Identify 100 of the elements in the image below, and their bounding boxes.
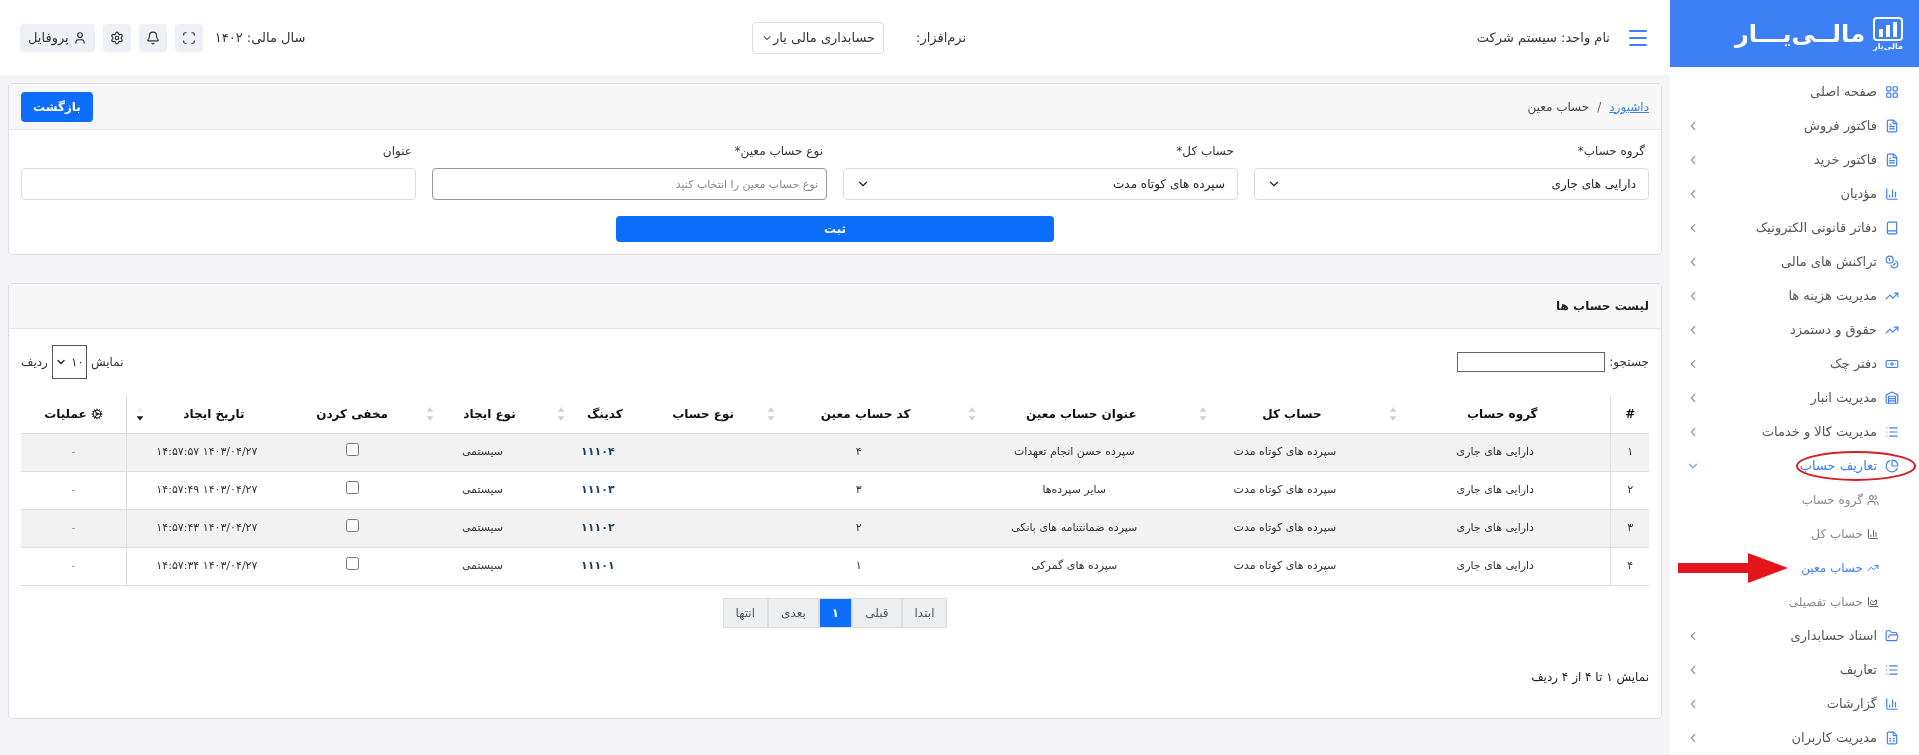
- sidebar-item[interactable]: مدیریت کاربران: [1670, 721, 1919, 755]
- table-cell: سپرده های کوتاه مدت: [1233, 444, 1337, 458]
- sidebar-item[interactable]: اسناد حسابداری: [1670, 619, 1919, 653]
- sidebar-item[interactable]: تعاریف: [1670, 653, 1919, 687]
- hide-checkbox[interactable]: [345, 556, 359, 570]
- banknote-icon: [1885, 357, 1899, 371]
- warehouse-icon: [1885, 391, 1899, 405]
- pagination-button[interactable]: انتها: [722, 597, 769, 628]
- pagination-button[interactable]: قبلی: [852, 597, 902, 628]
- line-chart-icon: [1867, 562, 1879, 574]
- bar-chart-icon: [1867, 528, 1879, 540]
- table-cell: سپرده های گمرکی: [1031, 558, 1118, 572]
- sidebar-item[interactable]: مدیریت انبار: [1670, 381, 1919, 415]
- document-icon: [1885, 119, 1899, 133]
- column-header: عملیات: [44, 405, 87, 423]
- logo-icon: [1873, 16, 1903, 41]
- sidebar-item[interactable]: فاکتور فروش: [1670, 109, 1919, 143]
- table-cell: سپرده های کوتاه مدت: [1233, 520, 1337, 534]
- pagination-button[interactable]: ابتدا: [901, 597, 948, 628]
- bar-chart-icon: [1885, 187, 1899, 201]
- breadcrumb-separator: /: [1597, 98, 1602, 116]
- pie-chart-icon: [1885, 459, 1899, 473]
- software-select[interactable]: حسابداری مالی یار: [752, 21, 885, 54]
- table-cell: -: [71, 558, 76, 572]
- profile-button[interactable]: پروفایل: [20, 23, 95, 52]
- column-header: حساب کل: [1262, 405, 1322, 423]
- pagination-button[interactable]: بعدی: [768, 597, 819, 628]
- bar-chart-icon: [1885, 697, 1899, 711]
- input-field[interactable]: نوع حساب معین را انتخاب کنید: [432, 168, 827, 200]
- fiscal-year: سال مالی: ۱۴۰۲: [214, 28, 306, 47]
- table-cell: ۴: [1627, 558, 1634, 572]
- table-cell: -: [71, 444, 76, 458]
- grid-icon: [1885, 85, 1899, 99]
- submenu-item[interactable]: حساب معین: [1670, 551, 1919, 585]
- table-cell: دارایی های جاری: [1456, 482, 1534, 496]
- search-label: جستجو:: [1609, 354, 1649, 371]
- pagination-button[interactable]: ۱: [818, 597, 853, 628]
- sidebar-item[interactable]: صفحه اصلی: [1670, 75, 1919, 109]
- table-cell: ۲: [855, 520, 862, 534]
- field-label: عنوان: [381, 143, 413, 160]
- column-header: نوع حساب: [672, 405, 735, 423]
- sidebar-item[interactable]: تراکنش های مالی: [1670, 245, 1919, 279]
- column-header: #: [1625, 405, 1636, 423]
- sidebar-item[interactable]: حقوق و دستمزد: [1670, 313, 1919, 347]
- submenu-item[interactable]: حساب تفصیلی: [1670, 585, 1919, 619]
- sidebar-item[interactable]: مؤدیان: [1670, 177, 1919, 211]
- table-cell: ۳: [855, 482, 862, 496]
- submenu-item[interactable]: حساب کل: [1670, 517, 1919, 551]
- users-icon: [1867, 494, 1879, 506]
- select-field[interactable]: دارایی های جاری: [1254, 168, 1649, 200]
- notifications-button[interactable]: [138, 23, 167, 52]
- card-title: لیست حساب ها: [1556, 298, 1649, 315]
- coins-icon: [1885, 255, 1899, 269]
- search-field[interactable]: [1457, 352, 1606, 372]
- hide-checkbox[interactable]: [345, 442, 359, 456]
- list-icon: [1885, 663, 1899, 677]
- select-field[interactable]: سپرده های کوتاه مدت: [843, 168, 1238, 200]
- table-cell: سیستمی: [461, 444, 504, 458]
- submenu-item[interactable]: گروه حساب: [1670, 483, 1919, 517]
- table-cell: -: [71, 520, 76, 534]
- sort-icon[interactable]: [134, 405, 145, 422]
- list-icon: [1885, 425, 1899, 439]
- submit-button[interactable]: ثبت: [616, 216, 1054, 242]
- gears-icon: [90, 407, 103, 420]
- table-cell: ۱۴۰۳/۰۴/۲۷ ۱۴:۵۷:۴۹: [156, 482, 258, 496]
- table-cell: دارایی های جاری: [1456, 520, 1534, 534]
- page-size-select[interactable]: ۱۰: [51, 345, 87, 379]
- sidebar-item[interactable]: دفاتر قانونی الکترونیک: [1670, 211, 1919, 245]
- spreadsheet-icon: [1885, 731, 1899, 745]
- sidebar-item[interactable]: فاکتور خرید: [1670, 143, 1919, 177]
- fullscreen-button[interactable]: [174, 23, 203, 52]
- breadcrumb-link[interactable]: داشبورد: [1609, 97, 1649, 116]
- folder-icon: [1885, 629, 1899, 643]
- table-info: نمایش ۱ تا ۴ از ۴ ردیف: [1531, 669, 1649, 684]
- table-cell: ۱۱۱۰۳: [581, 482, 615, 496]
- sidebar-item[interactable]: مدیریت کالا و خدمات: [1670, 415, 1919, 449]
- page-size-label: نمایش: [90, 354, 124, 371]
- hide-checkbox[interactable]: [345, 480, 359, 494]
- table-cell: سیستمی: [461, 558, 504, 572]
- table-cell: سایر سپرده‌ها: [1042, 482, 1107, 496]
- column-header: عنوان حساب معین: [1025, 405, 1137, 423]
- table-cell: سیستمی: [461, 482, 504, 496]
- table-cell: سپرده های کوتاه مدت: [1233, 558, 1337, 572]
- sidebar-item[interactable]: مدیریت هزینه ها: [1670, 279, 1919, 313]
- table-cell: دارایی های جاری: [1456, 444, 1534, 458]
- settings-button[interactable]: [102, 23, 131, 52]
- user-icon: [72, 30, 87, 45]
- table-cell: دارایی های جاری: [1456, 558, 1534, 572]
- logo-subtext: مالی‌یار: [1873, 42, 1903, 51]
- table-cell: ۱۴۰۳/۰۴/۲۷ ۱۴:۵۷:۳۴: [156, 558, 258, 572]
- column-header: گروه حساب: [1467, 405, 1538, 423]
- table-cell: سپرده حسن انجام تعهدات: [1013, 444, 1135, 458]
- hide-checkbox[interactable]: [345, 518, 359, 532]
- field-label: گروه حساب*: [1576, 143, 1646, 160]
- fullscreen-icon: [181, 30, 196, 45]
- sidebar-item[interactable]: گزارشات: [1670, 687, 1919, 721]
- field-label: حساب کل*: [1175, 143, 1235, 160]
- sidebar-item[interactable]: تعاریف حساب: [1670, 449, 1919, 483]
- sidebar-item[interactable]: دفتر چک: [1670, 347, 1919, 381]
- back-button[interactable]: بازگشت: [21, 91, 93, 122]
